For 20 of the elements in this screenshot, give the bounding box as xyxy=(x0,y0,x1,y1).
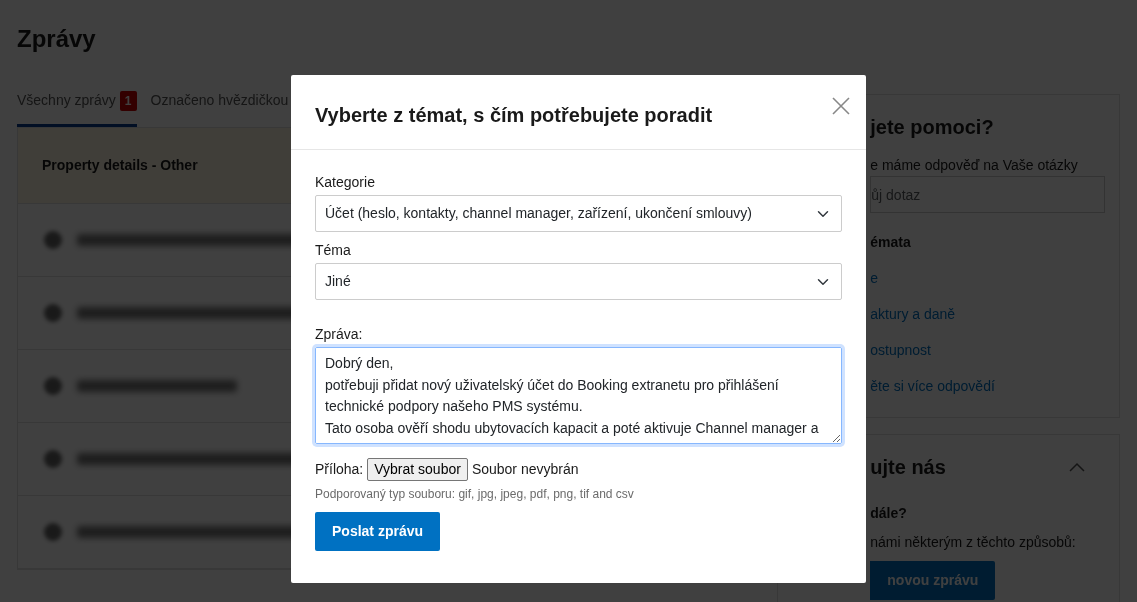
panel-subtitle: e máme odpověď na Vaše otázky xyxy=(870,156,1079,176)
panel-title: jete pomoci? xyxy=(870,115,995,140)
choose-file-button[interactable]: Vybrat soubor xyxy=(367,458,468,481)
contact-question: dále? xyxy=(870,504,908,524)
select-field[interactable]: Účet (heslo, kontakty, channel manager, zařízení, ukončení smlouvy) xyxy=(315,195,842,232)
section-heading: émata xyxy=(870,233,912,253)
field-label: Zpráva: xyxy=(315,325,364,344)
modal-title: Vyberte z témat, s čím potřebujete poradit xyxy=(315,103,713,127)
field-label: Kategorie xyxy=(315,173,376,192)
send-button[interactable]: Poslat zprávu xyxy=(315,512,441,551)
field-label: Téma xyxy=(315,241,352,260)
file-type-hint: Podporovaný typ souboru: gif, jpg, jpeg, pdf, png, tif and csv xyxy=(315,486,635,503)
close-button[interactable] xyxy=(832,95,850,116)
page-title: Zprávy xyxy=(17,26,97,53)
file-status: Soubor nevybrán xyxy=(471,460,579,479)
message-field[interactable]: Dobrý den, potřebuji přidat nový uživatelský účet do Booking extranetu pro přihlášení technické podpory našeho PMS systému. Tato osoba ověří shodu ubytovacích kapacit a poté aktivuje Channel manager a xyxy=(315,347,842,444)
contact-text: námi některým z těchto způsobů: xyxy=(870,533,1077,553)
attachment-label: Příloha: xyxy=(315,460,364,479)
panel-title: ujte nás xyxy=(870,455,946,480)
select-field[interactable]: Jiné xyxy=(315,263,842,300)
